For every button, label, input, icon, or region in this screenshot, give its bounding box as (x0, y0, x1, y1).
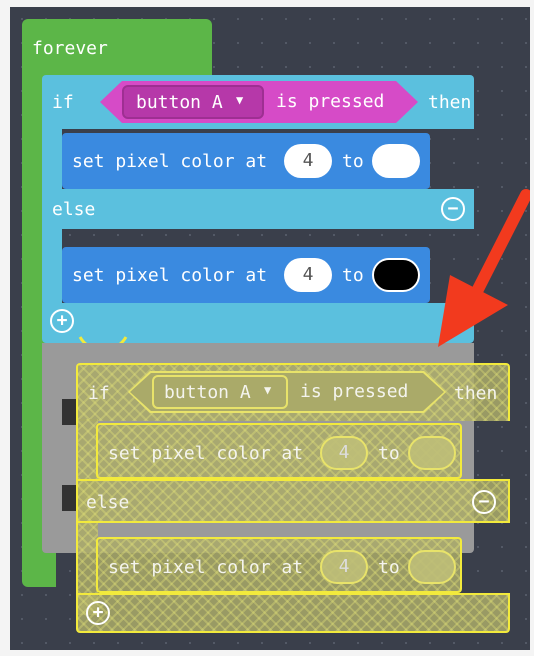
ghost-then-keyword: then (454, 383, 498, 404)
ghost-to-label: to (378, 443, 400, 464)
then-keyword: then (428, 92, 472, 113)
button-dropdown[interactable]: button A ▼ (122, 85, 264, 119)
ghost-if-footer: + (76, 593, 510, 633)
color-picker-white[interactable] (372, 144, 420, 178)
ghost-color-picker-else[interactable] (408, 550, 456, 584)
ghost-condition-suffix: is pressed (300, 381, 409, 402)
button-dropdown-value: button A (136, 92, 223, 113)
ghost-else-keyword: else (86, 492, 130, 513)
pixel-index-input-else[interactable]: 4 (284, 258, 332, 292)
ghost-else-row: else − (76, 479, 510, 523)
chevron-down-icon: ▼ (264, 383, 272, 397)
red-arrow-icon (438, 189, 530, 347)
placeholder-notch (62, 399, 76, 425)
add-else-button[interactable]: + (50, 309, 74, 333)
forever-label: forever (32, 38, 108, 59)
ghost-pixel-index-else[interactable]: 4 (320, 550, 368, 584)
chevron-down-icon: ▼ (236, 93, 244, 107)
ghost-to-label-else: to (378, 557, 400, 578)
if-block-header[interactable]: if button A ▼ is pressed then (42, 75, 474, 129)
else-row: else − (42, 189, 474, 229)
ghost-set-pixel-label: set pixel color at (108, 443, 304, 464)
button-pressed-condition[interactable]: button A ▼ is pressed (100, 81, 418, 123)
condition-suffix: is pressed (276, 91, 385, 112)
ghost-pixel-index[interactable]: 4 (320, 436, 368, 470)
set-pixel-color-block[interactable]: set pixel color at 4 to (62, 133, 430, 189)
ghost-color-picker[interactable] (408, 436, 456, 470)
ghost-condition-outline: button A ▼ is pressed (128, 371, 446, 413)
pixel-index-input[interactable]: 4 (284, 144, 332, 178)
ghost-if-keyword: if (88, 383, 110, 404)
to-label: to (342, 151, 364, 172)
if-keyword: if (52, 92, 74, 113)
if-block-footer: + (42, 303, 474, 349)
set-pixel-color-block-else[interactable]: set pixel color at 4 to (62, 247, 430, 303)
else-keyword: else (52, 199, 96, 220)
ghost-remove-else-button[interactable]: − (472, 490, 496, 514)
to-label-else: to (342, 265, 364, 286)
ghost-set-pixel-label-else: set pixel color at (108, 557, 304, 578)
workspace-canvas[interactable]: forever if button A ▼ is pressed then se… (10, 7, 530, 650)
ghost-dropdown-value: button A (164, 382, 251, 403)
ghost-dropdown[interactable]: button A ▼ (152, 375, 288, 409)
set-pixel-label: set pixel color at (72, 151, 268, 172)
set-pixel-label-else: set pixel color at (72, 265, 268, 286)
ghost-set-pixel-block[interactable]: set pixel color at 4 to (96, 423, 462, 479)
placeholder-notch (62, 485, 76, 511)
ghost-set-pixel-block-else[interactable]: set pixel color at 4 to (96, 537, 462, 593)
dragged-if-block-header[interactable]: if button A ▼ is pressed then (76, 363, 510, 421)
ghost-add-else-button[interactable]: + (86, 601, 110, 625)
color-picker-black[interactable] (372, 258, 420, 292)
